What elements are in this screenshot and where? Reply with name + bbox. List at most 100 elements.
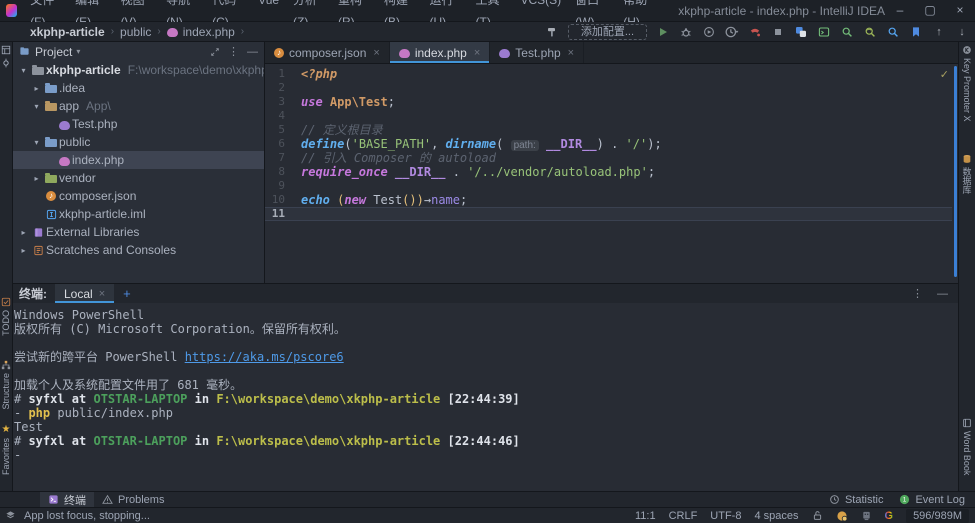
tree-chevron-icon[interactable]: ▸ [30, 174, 43, 183]
tree-chevron-icon[interactable]: ▾ [30, 102, 43, 111]
search-everywhere-icon[interactable] [886, 25, 900, 39]
tool-strip-structure[interactable]: Structure [0, 360, 12, 410]
caret-position[interactable]: 11:1 [635, 510, 656, 522]
minimize-button[interactable]: – [885, 0, 915, 22]
tree-item-index.php[interactable]: index.php [13, 151, 264, 169]
profiler-icon[interactable] [725, 25, 739, 39]
navigate-up-icon[interactable]: ↑ [932, 25, 946, 39]
tree-item-.idea[interactable]: ▸.idea [13, 79, 264, 97]
tree-chevron-icon[interactable]: ▸ [17, 228, 30, 237]
tree-item-vendor[interactable]: ▸vendor [13, 169, 264, 187]
code-line-11: 11 [265, 207, 952, 221]
editor-tab-index.php[interactable]: index.php× [390, 42, 490, 63]
database-icon [962, 154, 972, 164]
breadcrumb-item-index.php[interactable]: index.php [183, 25, 235, 39]
encoding-selector[interactable]: UTF-8 [710, 510, 741, 522]
breadcrumb-item-public[interactable]: public [120, 25, 151, 39]
terminal-link[interactable]: https://aka.ms/pscore6 [185, 350, 344, 364]
tree-item-app[interactable]: ▾appApp\ [13, 97, 264, 115]
terminal-line: 版权所有 (C) Microsoft Corporation。保留所有权利。 [14, 322, 958, 336]
bookmark-icon[interactable] [909, 25, 923, 39]
tree-chevron-icon[interactable]: ▸ [30, 84, 43, 93]
statistic-button[interactable]: Statistic [829, 492, 884, 508]
terminal-output[interactable]: Windows PowerShell版权所有 (C) Microsoft Cor… [13, 303, 958, 462]
editor-tab-Test.php[interactable]: Test.php× [490, 42, 584, 63]
plugin-notification-icon[interactable] [836, 510, 848, 522]
memory-indicator[interactable]: 596/989M [906, 509, 969, 523]
project-tool-icon[interactable] [1, 45, 11, 55]
breadcrumb-item-xkphp-article[interactable]: xkphp-article [30, 25, 105, 39]
tool-strip-todo[interactable]: TODO [0, 297, 12, 336]
statistic-label: Statistic [845, 494, 884, 506]
tree-item-composer.json[interactable]: ♪composer.json [13, 187, 264, 205]
tree-item-label: Scratches and Consoles [46, 243, 176, 257]
close-icon[interactable]: × [568, 47, 574, 59]
inspection-status-icon[interactable]: ✓ [940, 68, 949, 81]
close-icon[interactable]: × [373, 47, 379, 59]
tree-item-public[interactable]: ▾public [13, 133, 264, 151]
translate-icon[interactable] [794, 25, 808, 39]
left-tool-strip: TODO Structure ★Favorites [0, 42, 13, 491]
replace-in-files-icon[interactable] [863, 25, 877, 39]
editor-tab-bar: ♪composer.json×index.php×Test.php× [265, 42, 958, 64]
indent-selector[interactable]: 4 spaces [754, 510, 798, 522]
run-config-selector[interactable]: 添加配置... [568, 24, 647, 40]
lock-icon[interactable] [812, 510, 823, 521]
tree-item-xkphp-article[interactable]: ▾xkphp-articleF:\workspace\demo\xkphp-ar… [13, 61, 264, 79]
editor-scrollbar[interactable] [954, 66, 957, 277]
chevron-down-icon[interactable]: ▾ [76, 47, 80, 56]
options-kebab-icon[interactable]: ⋮ [912, 287, 923, 300]
close-icon[interactable]: × [99, 288, 105, 300]
navigate-down-icon[interactable]: ↓ [955, 25, 969, 39]
commit-tool-icon[interactable] [1, 58, 11, 68]
tool-window-terminal[interactable]: 终端 [40, 492, 94, 508]
tree-item-Test.php[interactable]: Test.php [13, 115, 264, 133]
hide-panel-icon[interactable]: — [937, 288, 948, 300]
tree-chevron-icon[interactable]: ▸ [17, 246, 30, 255]
google-translate-icon[interactable]: G [885, 510, 894, 522]
tree-chevron-icon[interactable]: ▾ [30, 138, 43, 147]
code-editor[interactable]: 1<?php23use App\Test;45// 定义根目录6define('… [265, 65, 952, 283]
line-ending-selector[interactable]: CRLF [669, 510, 698, 522]
tree-item-Scratches and Consoles[interactable]: ▸ Scratches and Consoles [13, 241, 264, 259]
tree-item-xkphp-article.iml[interactable]: xkphp-article.iml [13, 205, 264, 223]
terminal-tab-local[interactable]: Local × [55, 284, 114, 303]
run-icon[interactable] [656, 25, 670, 39]
tool-window-problems[interactable]: Problems [94, 492, 172, 508]
close-icon[interactable]: × [474, 47, 480, 59]
tool-strip-key-promoter[interactable]: Key Promoter X [959, 45, 975, 122]
code-token: ( [344, 137, 351, 151]
code-line-6: 6define('BASE_PATH', dirname( path: __DI… [265, 137, 952, 151]
tool-strip-favorites[interactable]: ★Favorites [0, 424, 12, 475]
background-tasks-icon[interactable] [5, 510, 16, 521]
debug-icon[interactable] [679, 25, 693, 39]
line-number: 2 [265, 81, 293, 95]
find-in-files-icon[interactable] [840, 25, 854, 39]
new-terminal-session-icon[interactable]: + [123, 286, 131, 301]
close-button[interactable]: × [945, 0, 975, 22]
options-kebab-icon[interactable]: ⋮ [228, 45, 239, 58]
tree-item-label: External Libraries [46, 225, 139, 239]
collapse-panel-icon[interactable] [210, 47, 220, 57]
tool-strip-word-book[interactable]: Word Book [959, 418, 975, 475]
attach-debugger-icon[interactable] [748, 25, 762, 39]
tree-chevron-icon[interactable]: ▾ [17, 66, 30, 75]
editor-tab-composer.json[interactable]: ♪composer.json× [265, 42, 390, 63]
terminal-text: F:\workspace\demo\xkphp-article [216, 434, 440, 448]
project-panel-title[interactable]: Project [35, 45, 72, 59]
event-log-button[interactable]: 1 Event Log [899, 492, 965, 508]
key-promoter-icon [962, 45, 972, 55]
hide-panel-icon[interactable]: — [247, 46, 258, 58]
run-with-coverage-icon[interactable] [702, 25, 716, 39]
tree-item-label: xkphp-article [46, 63, 121, 77]
terminal-text: 尝试新的跨平台 PowerShell [14, 350, 185, 364]
run-anything-icon[interactable] [817, 25, 831, 39]
tree-item-External Libraries[interactable]: ▸ External Libraries [13, 223, 264, 241]
stop-icon[interactable] [771, 25, 785, 39]
build-hammer-icon[interactable] [545, 25, 559, 39]
maximize-button[interactable]: ▢ [915, 0, 945, 22]
tool-strip-label: 数据库 [961, 167, 974, 194]
terminal-text: - [14, 448, 21, 462]
device-icon[interactable] [861, 510, 872, 521]
tool-strip-database[interactable]: 数据库 [959, 154, 975, 194]
